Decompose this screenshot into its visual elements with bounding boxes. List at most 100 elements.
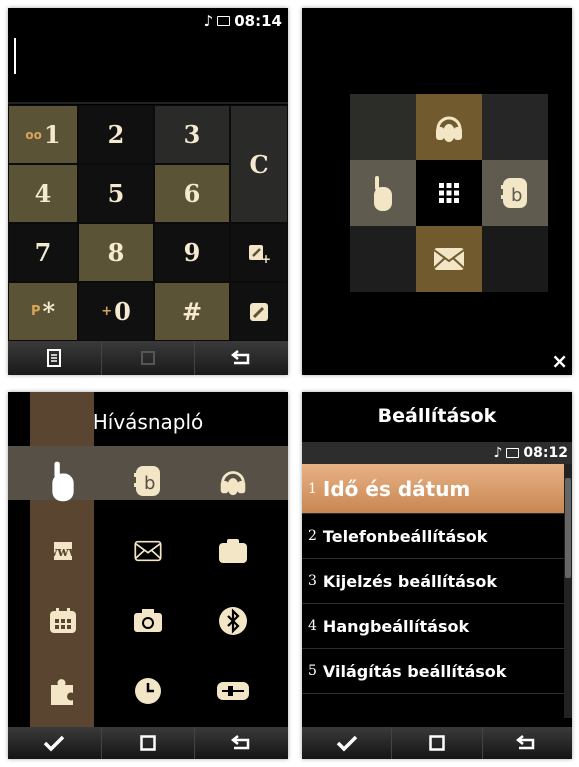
key-label: * — [42, 297, 56, 326]
text-cursor — [14, 38, 16, 74]
call-log-item[interactable] — [28, 446, 98, 516]
settings-list: 1 Idő és dátum 2 Telefonbeállítások 3 Ki… — [302, 464, 564, 694]
key-2[interactable]: 2 — [78, 105, 154, 164]
clock-item[interactable] — [113, 656, 183, 726]
list-item[interactable]: 3 Kijelzés beállítások — [302, 559, 564, 604]
list-item[interactable]: 5 Világítás beállítások — [302, 649, 564, 694]
softkey-bar — [8, 341, 288, 375]
key-label: 5 — [107, 179, 125, 208]
back-softkey[interactable] — [483, 727, 572, 759]
home-softkey[interactable] — [102, 727, 196, 759]
keypad-icon — [439, 183, 459, 203]
quick-menu-screen: b × — [302, 8, 572, 375]
back-icon — [230, 735, 249, 750]
back-softkey[interactable] — [195, 341, 288, 375]
menu-softkey[interactable] — [8, 341, 102, 375]
svg-text:b: b — [511, 185, 522, 206]
key-label: 2 — [107, 120, 125, 149]
organizer-item[interactable] — [28, 586, 98, 656]
settings-screen: Beállítások ♪ 08:12 1 Idő és dátum 2 Tel… — [302, 392, 572, 759]
camera-item[interactable] — [113, 586, 183, 656]
dialer-screen: ♪ 08:14 oo 1 2 3 C 4 5 6 7 8 9 + P * + 0… — [8, 8, 288, 375]
key-8[interactable]: 8 — [78, 223, 154, 282]
empty-cell — [482, 226, 548, 292]
key-1[interactable]: oo 1 — [8, 105, 78, 164]
empty-cell — [482, 94, 548, 160]
key-9[interactable]: 9 — [154, 223, 230, 282]
key-label: 1 — [43, 120, 61, 149]
key-7[interactable]: 7 — [8, 223, 78, 282]
key-4[interactable]: 4 — [8, 164, 78, 223]
headset-item[interactable] — [198, 446, 268, 516]
back-softkey[interactable] — [195, 727, 288, 759]
svg-text:+: + — [261, 252, 271, 264]
home-softkey[interactable] — [102, 341, 196, 375]
key-star[interactable]: P * — [8, 282, 78, 341]
menu-icon — [47, 349, 62, 367]
key-label: # — [181, 297, 203, 326]
messages-item[interactable] — [113, 516, 183, 586]
clear-key[interactable]: C — [230, 105, 288, 223]
camera-icon — [134, 609, 162, 632]
close-icon[interactable]: × — [551, 349, 568, 373]
bluetooth-icon — [219, 607, 247, 635]
key-hash[interactable]: # — [154, 282, 230, 341]
contacts-item[interactable]: b — [113, 446, 183, 516]
applications-item[interactable] — [28, 656, 98, 726]
scrollbar-thumb[interactable] — [565, 478, 571, 578]
bluetooth-item[interactable] — [198, 586, 268, 656]
softkey-bar — [8, 727, 288, 759]
key-0[interactable]: + 0 — [78, 282, 154, 341]
list-item[interactable]: 1 Idő és dátum — [302, 464, 564, 514]
empty-cell — [350, 226, 416, 292]
status-bar: ♪ 08:14 — [204, 12, 282, 30]
back-icon — [230, 350, 249, 365]
softkey-bar — [302, 727, 572, 759]
phone-icon — [374, 176, 392, 211]
key-label: C — [249, 149, 269, 179]
list-item[interactable]: 4 Hangbeállítások — [302, 604, 564, 649]
edit-note-icon — [250, 302, 268, 321]
edit-contact-button[interactable] — [230, 282, 288, 341]
select-softkey[interactable] — [302, 727, 393, 759]
internet-item[interactable]: www — [28, 516, 98, 586]
settings-item[interactable] — [198, 656, 268, 726]
square-icon — [141, 351, 155, 365]
back-icon — [516, 735, 535, 750]
phone-button[interactable] — [350, 160, 416, 226]
headset-button[interactable] — [416, 94, 482, 160]
clock-icon — [135, 678, 161, 704]
menu-grid: b www — [8, 446, 288, 727]
folder-icon — [219, 539, 247, 563]
page-title: Hívásnapló — [92, 410, 204, 434]
select-softkey[interactable] — [8, 727, 102, 759]
key-6[interactable]: 6 — [154, 164, 230, 223]
keypad-button[interactable] — [416, 160, 482, 226]
list-item[interactable]: 2 Telefonbeállítások — [302, 514, 564, 559]
key-label: 6 — [183, 179, 201, 208]
music-note-icon: ♪ — [493, 445, 503, 461]
clock-time: 08:14 — [234, 12, 282, 30]
headset-icon — [220, 471, 246, 496]
key-label: 8 — [107, 238, 125, 267]
files-item[interactable] — [198, 516, 268, 586]
pause-prefix: P — [30, 304, 41, 319]
message-icon — [134, 540, 162, 562]
home-softkey[interactable] — [392, 727, 483, 759]
square-icon — [429, 735, 445, 751]
key-3[interactable]: 3 — [154, 105, 230, 164]
check-icon — [44, 735, 65, 752]
message-icon — [433, 248, 465, 270]
svg-text:www: www — [45, 545, 80, 560]
voicemail-icon: oo — [25, 127, 42, 142]
main-menu-screen: Hívásnapló b www — [8, 392, 288, 759]
add-contact-button[interactable]: + — [230, 223, 288, 282]
key-5[interactable]: 5 — [78, 164, 154, 223]
status-bar: ♪ 08:12 — [302, 442, 572, 464]
message-button[interactable] — [416, 226, 482, 292]
divider — [8, 102, 288, 104]
contacts-button[interactable]: b — [482, 160, 548, 226]
add-contact-icon: + — [249, 244, 271, 264]
plus-prefix: + — [101, 304, 113, 319]
battery-icon — [506, 448, 520, 458]
